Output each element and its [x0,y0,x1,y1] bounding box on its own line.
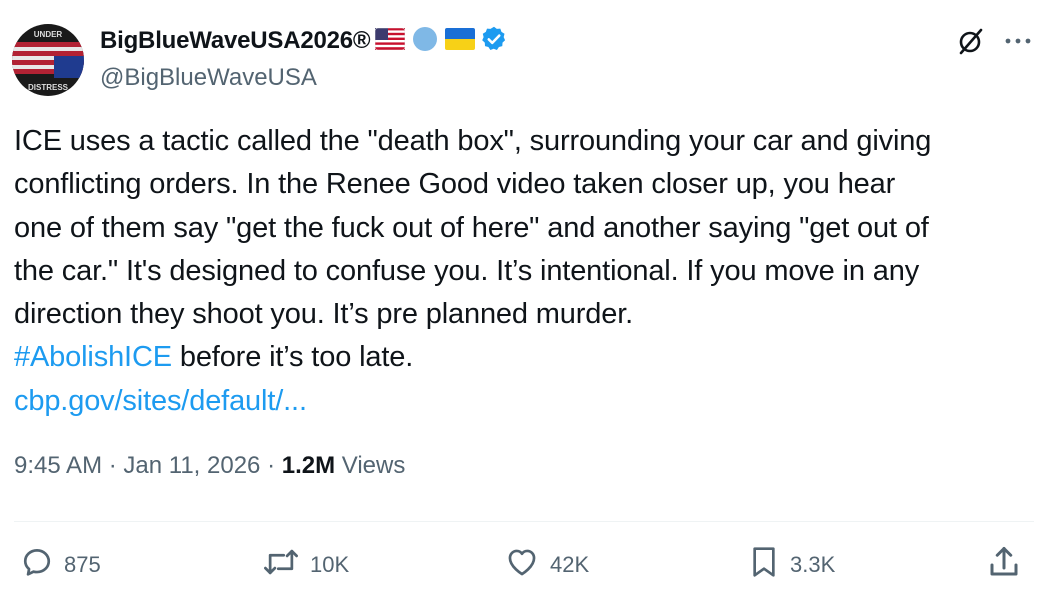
views-label: Views [335,452,406,479]
tweet-text: ICE uses a tactic called the "death box"… [14,120,1034,423]
avatar-text-bottom: DISTRESS [28,83,69,92]
ukraine-flag-icon [445,27,476,55]
tweet-date[interactable]: Jan 11, 2026 [123,452,260,479]
tweet-line: the car." It's designed to confuse you. … [14,254,920,287]
like-button[interactable]: 42K [504,540,589,590]
views-count: 1.2M [281,452,336,479]
tweet-time[interactable]: 9:45 AM [14,452,102,479]
reply-icon [20,545,54,585]
avatar[interactable]: UNDER DISTRESS [12,24,84,96]
external-link[interactable]: cbp.gov/sites/default/... [14,385,307,417]
verified-badge-icon [480,25,508,58]
author-display-name[interactable]: BigBlueWaveUSA2026® [100,27,371,55]
wave-icon [410,26,440,57]
hashtag-link[interactable]: #AbolishICE [14,341,172,373]
tweet-line: ICE uses a tactic called the "death box"… [14,125,932,157]
tweet-link-line: cbp.gov/sites/default/... [14,380,1034,423]
grok-icon[interactable] [956,26,986,56]
avatar-flag-image: UNDER DISTRESS [12,24,84,96]
action-bar: 875 10K 42K 3.3K [0,540,1054,590]
reply-count: 875 [64,552,101,577]
bookmark-button[interactable]: 3.3K [748,540,835,590]
like-count: 42K [550,552,590,577]
heart-icon [504,545,540,585]
tweet-line: direction they shoot you. It’s pre plann… [14,298,634,331]
author-handle[interactable]: @BigBlueWaveUSA [100,64,508,92]
bookmark-icon [748,544,780,586]
us-flag-icon [375,27,406,55]
tweet-line: before it’s too late. [171,341,414,374]
name-row: BigBlueWaveUSA2026® [100,24,508,58]
author-header: BigBlueWaveUSA2026® @BigBlueWaveUSA [100,24,508,92]
more-options-icon[interactable] [1004,36,1032,46]
meta-separator: · [102,452,124,479]
bookmark-count: 3.3K [790,552,836,577]
tweet-line: conflicting orders. In the Renee Good vi… [14,168,896,201]
share-button[interactable] [986,540,1022,590]
top-actions [956,26,1032,56]
repost-count: 10K [310,552,350,577]
divider [14,521,1034,522]
reply-button[interactable]: 875 [20,540,101,590]
tweet-line: one of them say "get the fuck out of her… [14,211,929,244]
meta-separator: · [260,452,282,479]
repost-button[interactable]: 10K [262,540,349,590]
share-icon [986,544,1022,586]
repost-icon [262,545,300,585]
tweet-meta: 9:45 AM · Jan 11, 2026 · 1.2M Views [14,452,405,480]
avatar-text-top: UNDER [34,30,63,39]
tweet-hashtag-line: #AbolishICE before it’s too late. [14,336,1034,379]
